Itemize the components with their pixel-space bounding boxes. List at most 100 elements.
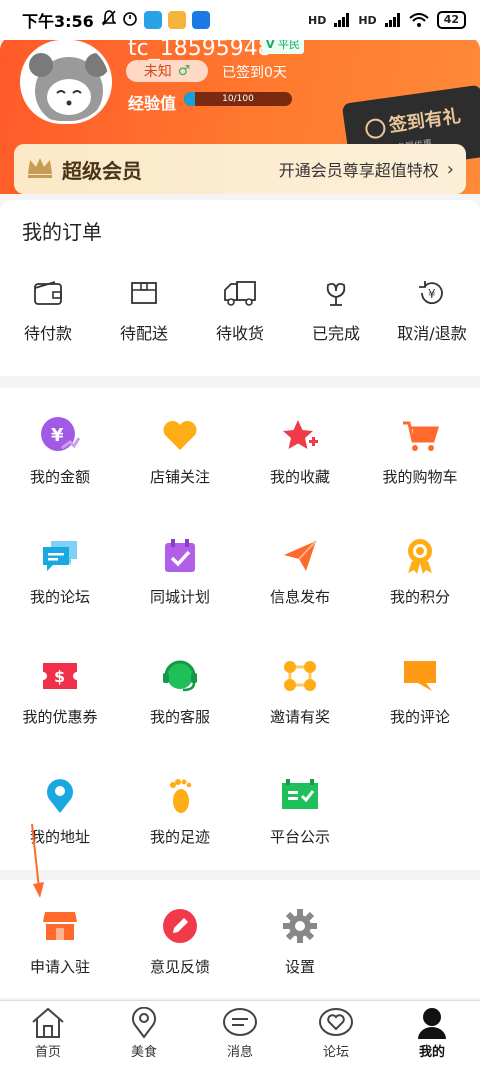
grid-item-my-footprint[interactable]: 我的足迹 [120,776,240,896]
grid-item-my-favorites[interactable]: 我的收藏 [240,416,360,536]
grid-item-platform-notice[interactable]: 平台公示 [240,776,360,896]
calendar-check-icon [160,536,200,576]
grid-label: 我的优惠券 [22,708,98,726]
grid-label: 平台公示 [269,828,330,846]
grid-item-my-address[interactable]: 我的地址 [0,776,120,896]
person-icon [418,1008,446,1039]
male-icon: ♂ [177,63,191,79]
signal-icon [334,13,350,27]
vip-title: 超级会员 [62,158,142,183]
grid-item-my-coupons[interactable]: $ 我的优惠券 [0,656,120,776]
svg-text:¥: ¥ [428,287,436,301]
gender-pill: 未知 ♂ [126,60,208,82]
grid-item-customer-service[interactable]: 我的客服 [120,656,240,776]
grid-item-info-publish[interactable]: 信息发布 [240,536,360,656]
package-icon [127,278,161,308]
tab-food[interactable]: 美食 [96,1001,192,1067]
coupon-icon: $ [40,656,80,696]
grid-label: 申请入驻 [29,958,90,976]
grid-item-my-cart[interactable]: 我的购物车 [360,416,480,536]
mute-icon [100,10,117,30]
tab-label: 论坛 [322,1045,349,1060]
order-label: 待付款 [23,324,72,343]
grid-label: 设置 [284,958,315,976]
tab-label: 消息 [226,1045,253,1060]
tab-label: 首页 [34,1045,61,1060]
tab-mine[interactable]: 我的 [384,1001,480,1067]
chat-icon [40,536,80,576]
order-label: 已完成 [311,324,360,343]
order-item-completed[interactable]: 已完成 [288,278,384,344]
heart-icon [160,416,200,456]
order-label: 取消/退款 [397,324,467,343]
order-label: 待配送 [119,324,168,343]
status-time: 下午3:56 [22,12,94,31]
signin-card-title: 签到有礼 [363,102,462,141]
grid-item-invite-reward[interactable]: 邀请有奖 [240,656,360,776]
comment-icon [400,656,440,696]
grid-label: 我的金额 [29,468,90,486]
truck-icon [223,278,257,308]
medal-icon [400,536,440,576]
grid-label: 我的收藏 [269,468,330,486]
headset-icon [160,656,200,696]
cart-icon [400,416,440,456]
gear-icon [280,906,320,946]
order-item-pending-delivery[interactable]: 待配送 [96,278,192,344]
home-icon [32,1007,64,1038]
grid-item-shop-follow[interactable]: 店铺关注 [120,416,240,536]
crown-icon [26,156,54,182]
signal-label: HD [308,13,327,27]
grid-label: 信息发布 [269,588,330,606]
signal-label: HD [358,13,377,27]
grid-item-my-comments[interactable]: 我的评论 [360,656,480,776]
super-vip-banner[interactable]: 超级会员 开通会员尊享超值特权 › [14,144,466,194]
grid-label: 我的评论 [389,708,450,726]
coin-icon [364,117,387,140]
annotation-arrow [31,823,44,898]
grid-label: 我的客服 [149,708,210,726]
feedback-button[interactable]: 意见反馈 [120,906,240,977]
network-icon [280,656,320,696]
battery-indicator: 42 [436,11,466,29]
vip-cta: 开通会员尊享超值特权 [278,161,439,180]
refund-icon: ¥ [415,278,449,308]
grid-item-city-plan[interactable]: 同城计划 [120,536,240,656]
grid-item-my-balance[interactable]: ¥ 我的金额 [0,416,120,536]
grid-item-my-forum[interactable]: 我的论坛 [0,536,120,656]
order-item-pending-receipt[interactable]: 待收货 [192,278,288,344]
grid-label: 店铺关注 [149,468,210,486]
exp-progress-bar: 10/100 [184,92,292,106]
signin-days: 已签到0天 [222,65,287,81]
wifi-icon [409,13,429,27]
tab-home[interactable]: 首页 [0,1001,96,1067]
svg-text:$: $ [54,667,65,686]
exp-label: 经验值 [128,94,177,113]
tab-label: 美食 [130,1045,157,1060]
grid-label: 我的论坛 [29,588,90,606]
grid-label: 意见反馈 [149,958,210,976]
feature-grid: ¥ 我的金额 店铺关注 我的收藏 我的购物车 我的论坛 同城计划 信息发布 我的… [0,388,480,870]
flower-icon [319,278,353,308]
apply-store-button[interactable]: 申请入驻 [0,906,120,977]
tab-forum[interactable]: 论坛 [288,1001,384,1067]
notice-board-icon [280,776,320,816]
grid-label: 我的足迹 [149,828,210,846]
footprint-icon [160,776,200,816]
avatar[interactable] [20,40,112,124]
app-notification-icon [167,11,186,29]
grid-label: 同城计划 [149,588,210,606]
heart-bubble-icon [319,1008,353,1036]
paper-plane-icon [280,536,320,576]
grid-label: 我的购物车 [382,468,458,486]
wallet-icon [31,278,65,308]
tab-messages[interactable]: 消息 [192,1001,288,1067]
settings-button[interactable]: 设置 [240,906,360,977]
orders-title: 我的订单 [22,220,102,244]
svg-text:¥: ¥ [51,425,64,446]
bottom-tab-bar: 首页 美食 消息 论坛 我的 [0,1000,480,1067]
grid-item-my-points[interactable]: 我的积分 [360,536,480,656]
order-item-refund[interactable]: ¥ 取消/退款 [384,278,480,344]
message-icon [223,1008,257,1036]
order-item-pending-payment[interactable]: 待付款 [0,278,96,344]
